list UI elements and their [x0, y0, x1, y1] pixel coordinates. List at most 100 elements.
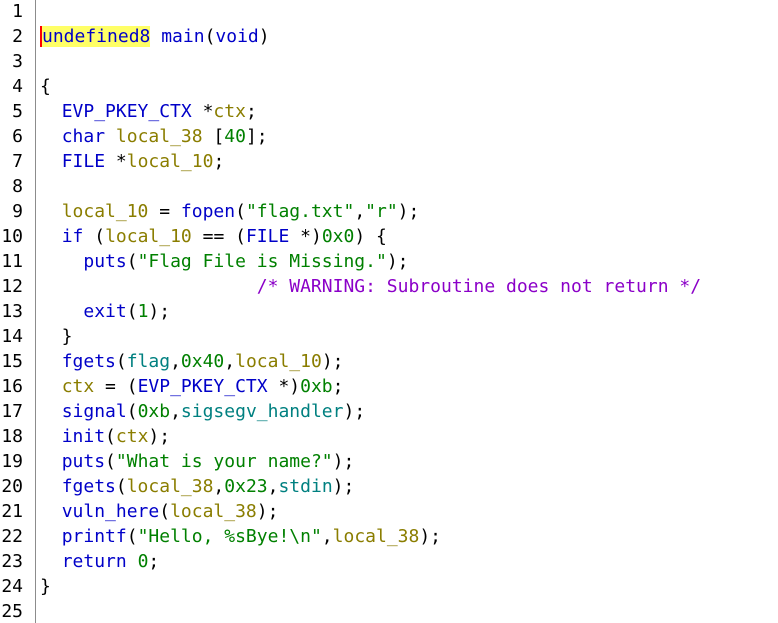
- type-token[interactable]: EVP_PKEY_CTX: [62, 101, 192, 122]
- code-content: ctx = (EVP_PKEY_CTX *)0xb;: [40, 374, 344, 399]
- code-content: puts("Flag File is Missing.");: [40, 249, 408, 274]
- code-line[interactable]: 12 /* WARNING: Subroutine does not retur…: [0, 274, 778, 299]
- code-line[interactable]: 4{: [0, 74, 778, 99]
- function-token[interactable]: vuln_here: [62, 501, 160, 522]
- code-text: (: [126, 401, 138, 422]
- variable-token[interactable]: local_10: [105, 226, 192, 247]
- global-token[interactable]: sigsegv_handler: [181, 401, 344, 422]
- code-line[interactable]: 18 init(ctx);: [0, 424, 778, 449]
- code-line[interactable]: 10 if (local_10 == (FILE *)0x0) {: [0, 224, 778, 249]
- function-token[interactable]: init: [62, 426, 105, 447]
- global-token[interactable]: stdin: [278, 476, 332, 497]
- line-number: 11: [1, 251, 23, 272]
- code-text: =: [148, 201, 181, 222]
- function-token[interactable]: fgets: [62, 476, 116, 497]
- function-token[interactable]: puts: [62, 451, 105, 472]
- code-line[interactable]: 8: [0, 174, 778, 199]
- code-text: ) {: [354, 226, 387, 247]
- code-text: );: [397, 201, 420, 222]
- code-line[interactable]: 9 local_10 = fopen("flag.txt","r");: [0, 199, 778, 224]
- global-token[interactable]: flag: [127, 351, 170, 372]
- number-token: 40: [224, 126, 246, 147]
- line-number: 12: [1, 276, 23, 297]
- line-number: 18: [1, 426, 23, 447]
- code-text: }: [40, 326, 73, 347]
- code-line[interactable]: 2 undefined8 main(void): [0, 24, 778, 49]
- variable-token[interactable]: local_10: [62, 201, 149, 222]
- code-line[interactable]: 5 EVP_PKEY_CTX *ctx;: [0, 99, 778, 124]
- code-text: }: [40, 576, 51, 597]
- line-number: 14: [1, 326, 23, 347]
- variable-token[interactable]: ctx: [213, 101, 246, 122]
- code-text: ];: [245, 126, 268, 147]
- type-token[interactable]: FILE: [246, 226, 289, 247]
- code-line[interactable]: 1: [0, 0, 778, 24]
- line-number: 3: [12, 51, 23, 72]
- line-number: 25: [1, 601, 23, 622]
- type-token[interactable]: undefined8: [40, 26, 151, 47]
- code-line[interactable]: 14 }: [0, 324, 778, 349]
- code-text: = (: [94, 376, 138, 397]
- code-content: fgets(flag,0x40,local_10);: [40, 349, 344, 374]
- code-line[interactable]: 20 fgets(local_38,0x23,stdin);: [0, 474, 778, 499]
- variable-token[interactable]: ctx: [62, 376, 95, 397]
- variable-token[interactable]: local_38: [170, 501, 257, 522]
- type-token[interactable]: EVP_PKEY_CTX: [138, 376, 268, 397]
- function-token[interactable]: fopen: [181, 201, 235, 222]
- code-line[interactable]: 3: [0, 49, 778, 74]
- code-text: );: [332, 476, 355, 497]
- code-line[interactable]: 6 char local_38 [40];: [0, 124, 778, 149]
- code-line[interactable]: 15 fgets(flag,0x40,local_10);: [0, 349, 778, 374]
- type-token[interactable]: void: [215, 26, 258, 47]
- code-line[interactable]: 13 exit(1);: [0, 299, 778, 324]
- code-line[interactable]: 21 vuln_here(local_38);: [0, 499, 778, 524]
- function-token[interactable]: main: [161, 26, 204, 47]
- code-content: fgets(local_38,0x23,stdin);: [40, 474, 355, 499]
- type-token[interactable]: char: [62, 126, 105, 147]
- line-number: 4: [12, 76, 23, 97]
- code-text: ,: [170, 351, 181, 372]
- code-content: exit(1);: [40, 299, 170, 324]
- code-line[interactable]: 19 puts("What is your name?");: [0, 449, 778, 474]
- code-content: FILE *local_10;: [40, 149, 225, 174]
- variable-token[interactable]: local_38: [127, 476, 214, 497]
- number-token: 0x23: [224, 476, 268, 497]
- code-text: ): [258, 26, 270, 47]
- line-number: 22: [1, 526, 23, 547]
- code-line[interactable]: 22 printf("Hello, %sBye!\n",local_38);: [0, 524, 778, 549]
- code-text: );: [148, 426, 171, 447]
- code-line[interactable]: 11 puts("Flag File is Missing.");: [0, 249, 778, 274]
- variable-token[interactable]: ctx: [116, 426, 149, 447]
- number-token: 0xb: [300, 376, 333, 397]
- string-token: "r": [365, 201, 398, 222]
- function-token[interactable]: printf: [62, 526, 127, 547]
- code-line[interactable]: 25: [0, 599, 778, 623]
- code-line[interactable]: 17 signal(0xb,sigsegv_handler);: [0, 399, 778, 424]
- variable-token[interactable]: local_10: [127, 151, 214, 172]
- code-line[interactable]: 7 FILE *local_10;: [0, 149, 778, 174]
- code-content: {: [40, 74, 51, 99]
- code-line[interactable]: 23 return 0;: [0, 549, 778, 574]
- code-line[interactable]: 16 ctx = (EVP_PKEY_CTX *)0xb;: [0, 374, 778, 399]
- variable-token[interactable]: local_38: [116, 126, 203, 147]
- string-token: "What is your name?": [115, 451, 333, 472]
- string-token: "Flag File is Missing.": [137, 251, 387, 272]
- variable-token[interactable]: local_38: [333, 526, 420, 547]
- code-content: char local_38 [40];: [40, 124, 268, 149]
- type-token[interactable]: FILE: [62, 151, 105, 172]
- function-token[interactable]: fgets: [62, 351, 116, 372]
- code-text: (: [115, 351, 127, 372]
- function-token[interactable]: puts: [83, 251, 126, 272]
- decompiler-code-view[interactable]: 1 2 undefined8 main(void) 3 4{5 EVP_PKEY_CTX…: [0, 0, 778, 623]
- function-token[interactable]: exit: [83, 301, 126, 322]
- code-text: ,: [213, 476, 225, 497]
- code-line[interactable]: 24}: [0, 574, 778, 599]
- variable-token[interactable]: local_10: [235, 351, 322, 372]
- function-token[interactable]: signal: [62, 401, 127, 422]
- code-content: /* WARNING: Subroutine does not return *…: [40, 274, 701, 299]
- code-text: ;: [213, 151, 225, 172]
